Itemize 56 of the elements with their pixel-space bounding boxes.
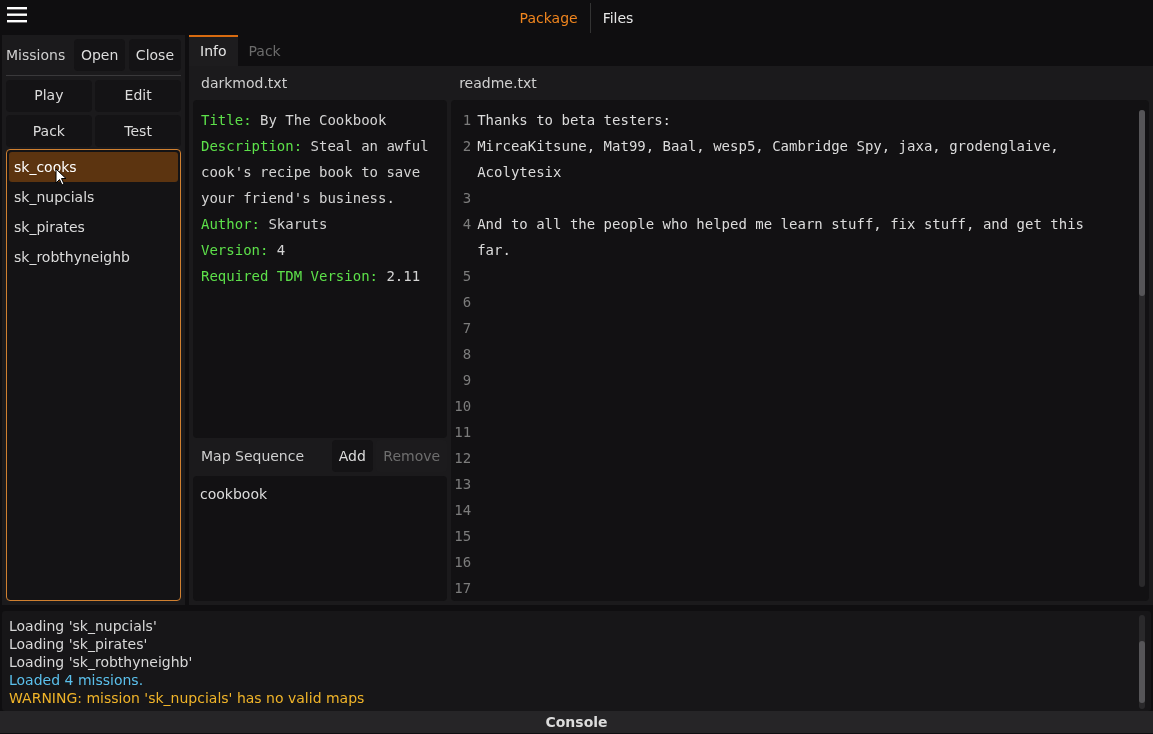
panel-title: Missions: [6, 45, 67, 65]
log-line: Loading 'sk_robthyneighb': [9, 653, 194, 671]
line-number: 3: [461, 189, 473, 208]
top-tab[interactable]: Package: [507, 2, 590, 33]
line-number: 15: [453, 527, 473, 546]
log-line: Loading 'sk_pirates': [9, 635, 149, 653]
map-item[interactable]: cookbook: [200, 484, 441, 505]
toolbar-button[interactable]: Add: [331, 440, 373, 472]
info-line: Required TDM Version: 2.11: [201, 267, 422, 286]
line-number: 6: [461, 293, 473, 312]
line-number: 2: [461, 137, 473, 156]
line-number: 7: [461, 319, 473, 338]
scrollbar-thumb[interactable]: [1139, 641, 1145, 703]
toolbar-button[interactable]: Close: [128, 39, 181, 71]
console-title[interactable]: Console: [0, 711, 1153, 733]
scrollbar[interactable]: [1139, 110, 1145, 587]
line-number: 10: [453, 397, 473, 416]
scrollbar[interactable]: [1139, 615, 1145, 709]
section-title: Map Sequence: [201, 446, 306, 466]
info-line: Title: By The Cookbook: [201, 111, 388, 130]
tab[interactable]: Info: [189, 35, 238, 66]
info-line: Author: Skaruts: [201, 215, 329, 234]
action-button[interactable]: Edit: [95, 79, 181, 112]
text-editor[interactable]: [451, 100, 1149, 601]
mission-item[interactable]: sk_robthyneighb: [9, 242, 178, 272]
line-number: 12: [453, 449, 473, 468]
line-number: 11: [453, 423, 473, 442]
log-line: WARNING: mission 'sk_nupcials' has no valid maps: [9, 689, 366, 707]
mission-item[interactable]: sk_nupcials: [9, 182, 178, 212]
action-button[interactable]: Play: [6, 79, 92, 112]
log-line: Loaded 4 missions.: [9, 671, 145, 689]
line-number: 8: [461, 345, 473, 364]
top-tab[interactable]: Files: [590, 2, 646, 33]
action-button[interactable]: Test: [95, 115, 181, 147]
file-label: darkmod.txt: [200, 74, 289, 93]
scrollbar-thumb[interactable]: [1139, 110, 1145, 296]
line-number: 13: [453, 475, 473, 494]
line-number: 16: [453, 553, 473, 572]
code-line: MirceaKitsune, Mat99, Baal, wesp5, Cambridge Spy, jaxa, grodenglaive, Acolytesix: [477, 137, 1060, 182]
line-number: 5: [461, 267, 473, 286]
info-line: Description: Steal an awful cook's recipe book to save your friend's business.: [201, 137, 430, 208]
log-line: Loading 'sk_nupcials': [9, 617, 158, 635]
line-number: 1: [461, 111, 473, 130]
code-line: And to all the people who helped me learn stuff, fix stuff, and get this far.: [477, 215, 1086, 260]
mission-item[interactable]: sk_cooks: [9, 152, 178, 182]
file-label: readme.txt: [458, 74, 538, 93]
menu-icon[interactable]: [7, 7, 27, 23]
action-button[interactable]: Pack: [6, 115, 92, 147]
mission-item[interactable]: sk_pirates: [9, 212, 178, 242]
line-number: 4: [461, 215, 473, 234]
line-number: 17: [453, 579, 473, 598]
code-line: Thanks to beta testers:: [477, 111, 673, 130]
line-number: 9: [461, 371, 473, 390]
toolbar-button[interactable]: Open: [73, 39, 126, 71]
info-line: Version: 4: [201, 241, 287, 260]
line-number: 14: [453, 501, 473, 520]
